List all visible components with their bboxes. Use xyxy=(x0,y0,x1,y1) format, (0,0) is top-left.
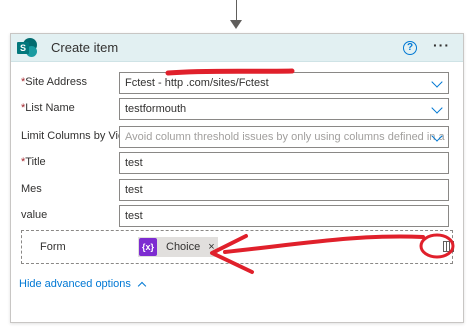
variable-icon: {x} xyxy=(139,238,157,256)
value-input[interactable]: test xyxy=(119,205,449,227)
chevron-down-icon[interactable] xyxy=(431,102,443,114)
title-input[interactable]: test xyxy=(119,152,449,174)
limit-columns-row: Limit Columns by View Avoid column thres… xyxy=(11,126,465,148)
form-field-row: Form {x} Choice × xyxy=(21,230,454,264)
card-header[interactable]: S Create item ? ··· xyxy=(11,34,463,62)
mes-label: Mes xyxy=(21,183,42,195)
site-address-label: *Site Address xyxy=(21,76,88,88)
title-row: *Title test xyxy=(11,152,465,174)
value-row: value test xyxy=(11,205,465,227)
mes-row: Mes test xyxy=(11,179,465,201)
value-label: value xyxy=(21,209,48,221)
list-name-label: *List Name xyxy=(21,102,75,114)
form-label: Form xyxy=(40,241,66,253)
limit-columns-label: Limit Columns by View xyxy=(21,130,133,142)
chevron-down-icon[interactable] xyxy=(431,76,443,88)
mes-input[interactable]: test xyxy=(119,179,449,201)
site-address-row: *Site Address Fctest - http .com/sites/F… xyxy=(11,72,465,94)
connector-arrow xyxy=(230,20,242,29)
dynamic-content-token[interactable]: {x} Choice × xyxy=(138,237,218,257)
limit-columns-dropdown[interactable]: Avoid column threshold issues by only us… xyxy=(119,126,449,148)
title-label: *Title xyxy=(21,156,46,168)
create-item-card: S Create item ? ··· *Site Address Fctest… xyxy=(10,33,464,323)
token-label: Choice xyxy=(166,241,201,253)
hide-advanced-options-link[interactable]: Hide advanced options xyxy=(19,278,147,291)
help-circle-icon[interactable]: ? xyxy=(403,41,417,55)
calendar-icon[interactable] xyxy=(443,241,454,252)
site-address-dropdown[interactable]: Fctest - http .com/sites/Fctest xyxy=(119,72,449,94)
list-name-row: *List Name testformouth xyxy=(11,98,465,120)
sharepoint-logo-icon: S xyxy=(17,37,37,58)
chevron-up-icon xyxy=(137,281,147,291)
list-name-dropdown[interactable]: testformouth xyxy=(119,98,449,120)
remove-token-icon[interactable]: × xyxy=(208,241,214,253)
card-title: Create item xyxy=(51,40,119,55)
more-options-icon[interactable]: ··· xyxy=(433,37,450,53)
